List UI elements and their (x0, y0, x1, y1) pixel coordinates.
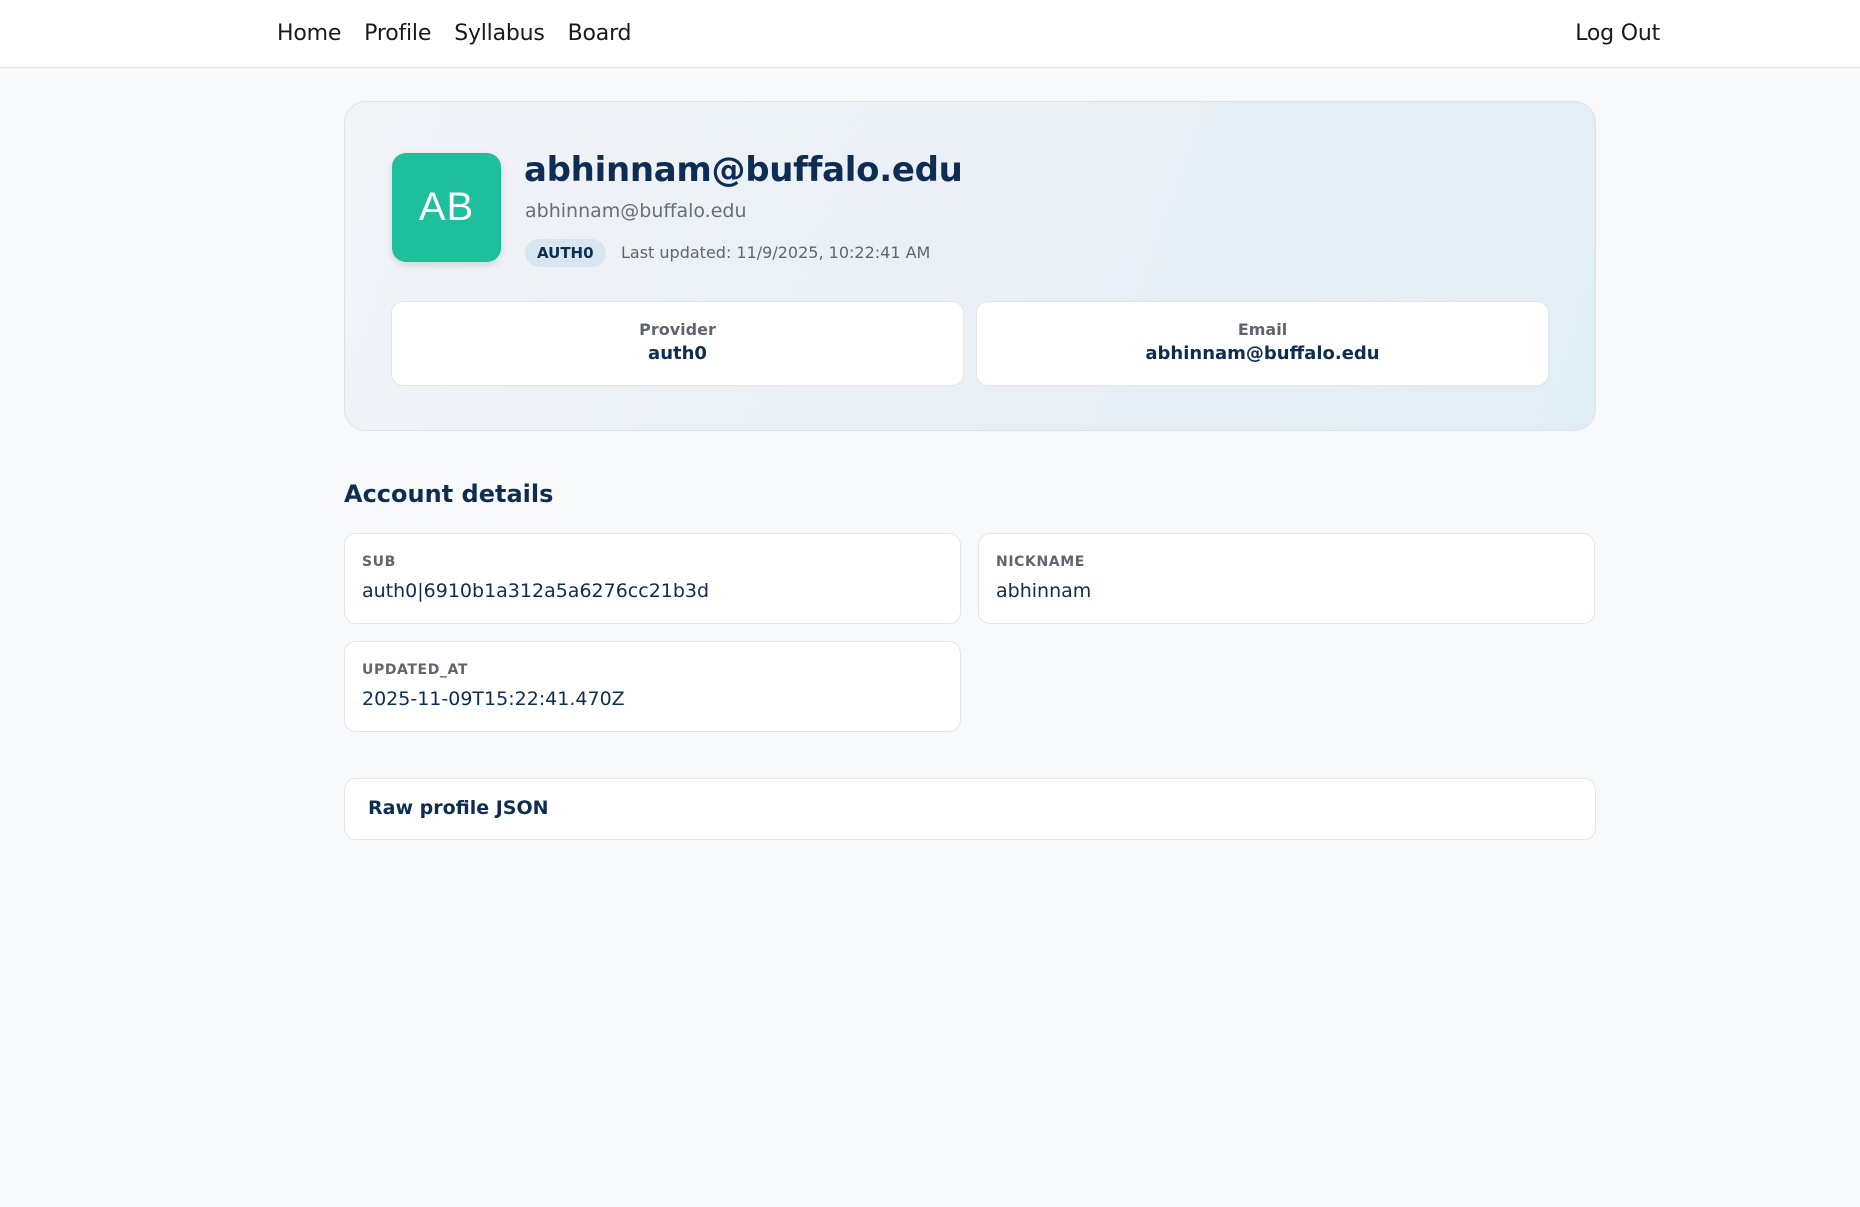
avatar: AB (392, 153, 501, 262)
nickname-field-card: NICKNAME abhinnam (978, 533, 1595, 624)
profile-name: abhinnam@buffalo.edu (524, 150, 963, 190)
updated-at-field-key: UPDATED_AT (362, 662, 469, 678)
nav-home-link[interactable]: Home (277, 21, 341, 46)
updated-at-field-card: UPDATED_AT 2025-11-09T15:22:41.470Z (344, 641, 961, 732)
raw-profile-json-label: Raw profile JSON (368, 797, 549, 819)
profile-hero-card: AB abhinnam@buffalo.edu abhinnam@buffalo… (344, 101, 1596, 431)
profile-email: abhinnam@buffalo.edu (525, 200, 747, 222)
raw-profile-json-toggle[interactable]: Raw profile JSON (344, 778, 1596, 840)
updated-at-field-value: 2025-11-09T15:22:41.470Z (362, 688, 625, 710)
email-stat-card: Email abhinnam@buffalo.edu (976, 301, 1549, 386)
provider-stat-card: Provider auth0 (391, 301, 964, 386)
provider-stat-value: auth0 (648, 343, 707, 364)
top-navbar: Home Profile Syllabus Board Log Out (0, 0, 1860, 68)
nav-links: Home Profile Syllabus Board (277, 0, 654, 66)
provider-stat-label: Provider (639, 320, 716, 339)
sub-field-key: SUB (362, 554, 396, 570)
provider-badge: AUTH0 (525, 239, 606, 267)
logout-button[interactable]: Log Out (1575, 0, 1660, 66)
nickname-field-value: abhinnam (996, 580, 1092, 602)
sub-field-card: SUB auth0|6910b1a312a5a6276cc21b3d (344, 533, 961, 624)
nav-profile-link[interactable]: Profile (364, 21, 431, 46)
account-details-title: Account details (344, 480, 554, 508)
nickname-field-key: NICKNAME (996, 554, 1085, 570)
last-updated-text: Last updated: 11/9/2025, 10:22:41 AM (621, 243, 931, 262)
sub-field-value: auth0|6910b1a312a5a6276cc21b3d (362, 580, 710, 602)
email-stat-value: abhinnam@buffalo.edu (1145, 343, 1380, 364)
nav-board-link[interactable]: Board (568, 21, 632, 46)
nav-syllabus-link[interactable]: Syllabus (454, 21, 545, 46)
email-stat-label: Email (1237, 320, 1288, 339)
